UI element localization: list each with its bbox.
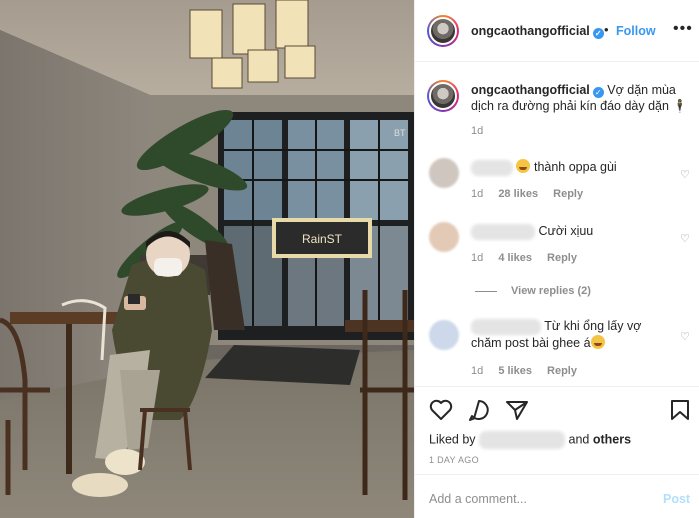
likes-summary: Liked by and others: [429, 431, 631, 449]
verified-icon: ✓: [592, 87, 604, 98]
comment-text-line2: chăm post bài ghee á: [471, 335, 591, 350]
comment-meta: 1d 5 likes Reply: [471, 365, 589, 377]
comment-text-line1: Từ khi ổng lấy vợ: [544, 319, 642, 333]
liked-by-others[interactable]: others: [593, 432, 631, 446]
liker-username-redacted[interactable]: [479, 431, 566, 449]
comment-text: Cười xịuu: [538, 224, 594, 238]
add-comment-bar: Add a comment... Post: [415, 474, 699, 518]
comment-time: 1d: [471, 188, 484, 200]
post-header: ongcaothangofficial ✓ • Follow •••: [415, 0, 699, 62]
caption-time: 1d: [471, 125, 484, 137]
comment-likes[interactable]: 4 likes: [498, 252, 532, 264]
commenter-username-redacted[interactable]: [471, 318, 541, 335]
post-side-panel: ongcaothangofficial ✓ • Follow ••• ongcao…: [414, 0, 699, 518]
post-photo[interactable]: RainST BT: [0, 0, 414, 518]
view-replies-label: View replies (2): [511, 285, 591, 297]
laugh-emoji-icon: [590, 334, 605, 349]
comment-meta: 1d 4 likes Reply: [471, 252, 589, 264]
post-time-ago: 1 DAY AGO: [429, 455, 479, 465]
comment-item: Cười xịuu 1d 4 likes Reply ♡: [415, 214, 699, 274]
photo-sign-text: RainST: [302, 232, 343, 246]
comment-item: Từ khi ổng lấy vợ chăm post bài ghee á 1…: [415, 312, 699, 382]
comment-bubble-icon[interactable]: [467, 399, 491, 421]
bookmark-icon[interactable]: [670, 399, 690, 421]
author-username[interactable]: ongcaothangofficial ✓: [471, 24, 604, 39]
verified-icon: ✓: [592, 28, 604, 39]
comment-text: thành oppa gùi: [533, 160, 617, 174]
comment-like-heart-icon[interactable]: ♡: [680, 232, 690, 245]
commenter-avatar[interactable]: [429, 222, 459, 252]
grin-emoji-icon: [516, 159, 531, 173]
view-replies-line: [475, 290, 497, 292]
comment-meta: 1d 28 likes Reply: [471, 188, 595, 200]
commenter-username-redacted[interactable]: [471, 223, 535, 240]
comment-likes[interactable]: 5 likes: [498, 365, 532, 377]
comment-item: thành oppa gùi 1d 28 likes Reply ♡: [415, 150, 699, 210]
liked-by-prefix: Liked by: [429, 432, 476, 447]
caption-text-block: ongcaothangofficial ✓ Vợ dặn mùa dịch ra …: [471, 82, 691, 114]
author-avatar[interactable]: [427, 15, 459, 47]
reply-button[interactable]: Reply: [547, 365, 577, 377]
comment-body: thành oppa gùi: [471, 159, 617, 176]
like-heart-icon[interactable]: [429, 399, 453, 421]
caption: ongcaothangofficial ✓ Vợ dặn mùa dịch ra …: [415, 62, 699, 144]
reply-button[interactable]: Reply: [553, 188, 583, 200]
caption-username[interactable]: ongcaothangofficial: [471, 83, 590, 97]
caption-avatar[interactable]: [427, 80, 459, 112]
liked-by-and: and: [568, 432, 590, 447]
more-options-icon[interactable]: •••: [673, 20, 693, 38]
comment-likes[interactable]: 28 likes: [498, 188, 538, 200]
comment-time: 1d: [471, 252, 484, 264]
reply-button[interactable]: Reply: [547, 252, 577, 264]
follow-button[interactable]: Follow: [616, 24, 656, 38]
separator-dot: •: [604, 22, 609, 37]
comment-time: 1d: [471, 365, 484, 377]
add-comment-input[interactable]: Add a comment...: [429, 492, 527, 506]
commenter-username-redacted[interactable]: [471, 159, 513, 176]
comment-like-heart-icon[interactable]: ♡: [680, 330, 690, 343]
view-replies-button[interactable]: View replies (2): [475, 285, 591, 297]
commenter-avatar[interactable]: [429, 158, 459, 188]
comment-body: Từ khi ổng lấy vợ chăm post bài ghee á: [471, 318, 641, 351]
commenter-avatar[interactable]: [429, 320, 459, 350]
photo-door-text: BT: [394, 128, 406, 138]
comment-like-heart-icon[interactable]: ♡: [680, 168, 690, 181]
post-comment-button[interactable]: Post: [663, 492, 690, 506]
comment-body: Cười xịuu: [471, 223, 593, 240]
author-username-text: ongcaothangofficial: [471, 24, 590, 38]
share-send-icon[interactable]: [505, 399, 529, 421]
